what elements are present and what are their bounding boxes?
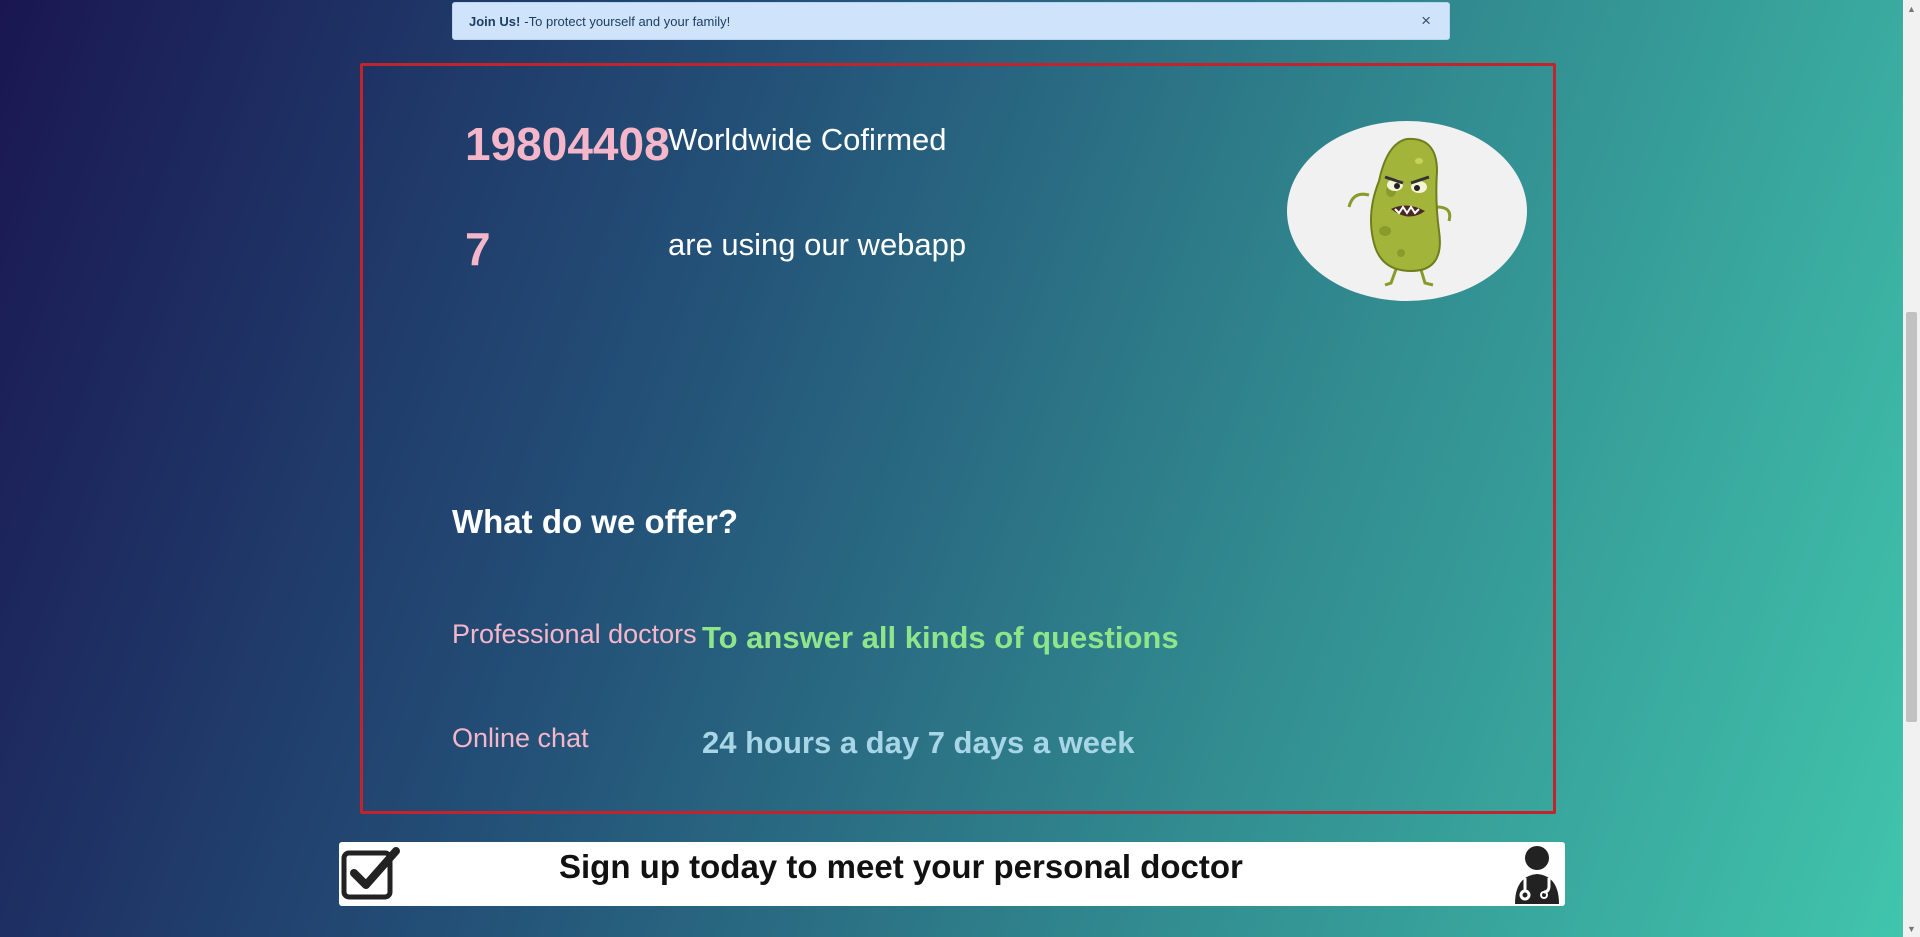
virus-image <box>1287 121 1527 301</box>
checkbox-icon <box>340 845 400 908</box>
doctor-icon <box>1511 844 1563 909</box>
offer-value-doctors: To answer all kinds of questions <box>702 620 1179 655</box>
join-alert: Join Us! -To protect yourself and your f… <box>452 2 1450 40</box>
scroll-up-arrow-icon[interactable]: ▲ <box>1903 0 1920 17</box>
offer-label-chat: Online chat <box>452 723 589 753</box>
scroll-down-arrow-icon[interactable]: ▼ <box>1903 920 1920 937</box>
offer-value-chat: 24 hours a day 7 days a week <box>702 725 1135 760</box>
offer-title: What do we offer? <box>452 503 738 540</box>
signup-banner[interactable]: Sign up today to meet your personal doct… <box>339 842 1565 906</box>
signup-text[interactable]: Sign up today to meet your personal doct… <box>559 842 1243 892</box>
vertical-scrollbar[interactable]: ▲ ▼ <box>1903 0 1920 937</box>
confirmed-count: 19804408 <box>465 118 670 170</box>
alert-title: Join Us! <box>469 13 521 29</box>
alert-message: -To protect yourself and your family! <box>524 13 731 29</box>
confirmed-label: Worldwide Cofirmed <box>668 122 947 157</box>
users-count: 7 <box>465 223 491 275</box>
users-label: are using our webapp <box>668 227 967 262</box>
close-icon[interactable]: × <box>1421 12 1431 30</box>
offer-label-doctors: Professional doctors <box>452 619 697 649</box>
scrollbar-thumb[interactable] <box>1906 312 1917 722</box>
